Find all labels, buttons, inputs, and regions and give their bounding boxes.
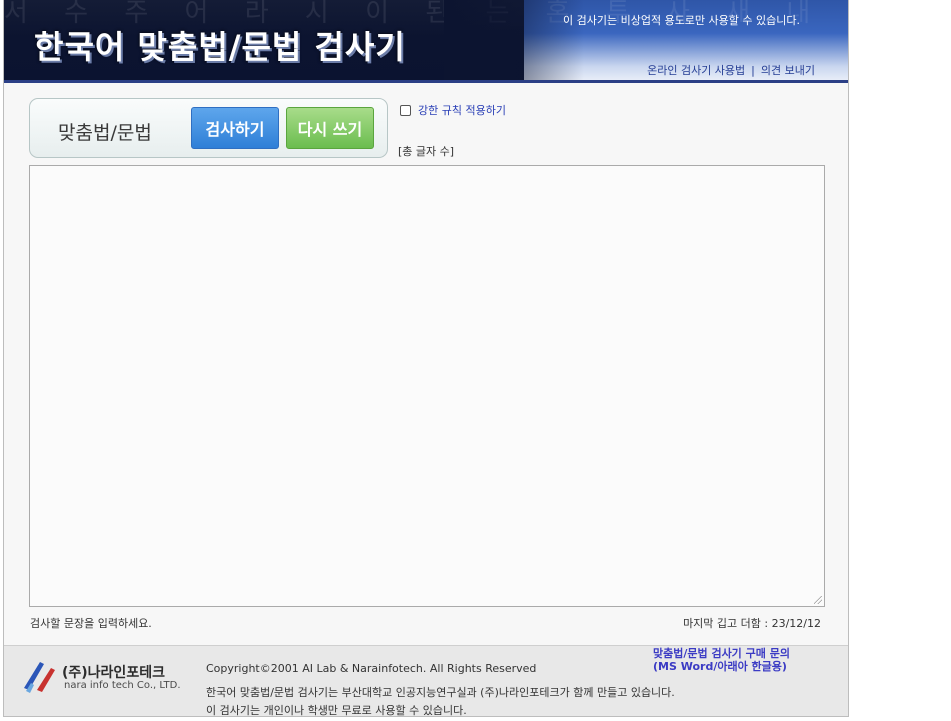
page-frame: 서 수 주 어 라 시 이 된 는 혼 투 사 새 내 가 한 하 나 는 에 … [3, 0, 849, 717]
purchase-line-2[interactable]: (MS Word/아래아 한글용) [653, 660, 790, 673]
char-count: [총 글자 수] [398, 145, 455, 158]
purchase-line-1[interactable]: 맞춤법/문법 검사기 구매 문의 [653, 647, 790, 660]
feedback-link[interactable]: 의견 보내기 [761, 64, 815, 77]
company-logo: (주)나라인포테크 nara info tech Co., LTD. [20, 656, 190, 696]
footer: (주)나라인포테크 nara info tech Co., LTD. Copyr… [4, 645, 848, 717]
link-separator: | [751, 64, 755, 77]
page-title: 한국어 맞춤법/문법 검사기 [34, 28, 406, 66]
header-banner: 서 수 주 어 라 시 이 된 는 혼 투 사 새 내 가 한 하 나 는 에 … [4, 0, 848, 83]
control-panel: 맞춤법/문법 검사하기 다시 쓰기 [29, 98, 388, 158]
company-name: (주)나라인포테크 [62, 665, 165, 681]
purchase-inquiry-link[interactable]: 맞춤법/문법 검사기 구매 문의 (MS Word/아래아 한글용) [653, 647, 790, 673]
last-update: 마지막 깁고 더함 : 23/12/12 [683, 617, 821, 630]
strict-rules-label[interactable]: 강한 규칙 적용하기 [418, 102, 506, 118]
usage-notice: 이 검사기는 비상업적 용도로만 사용할 수 있습니다. [563, 14, 800, 27]
footer-info-2: 이 검사기는 개인이나 학생만 무료로 사용할 수 있습니다. [206, 704, 467, 717]
input-hint: 검사할 문장을 입력하세요. [30, 617, 152, 630]
strict-rules-option[interactable]: 강한 규칙 적용하기 [400, 102, 506, 118]
footer-info-1: 한국어 맞춤법/문법 검사기는 부산대학교 인공지능연구실과 (주)나라인포테크… [206, 686, 675, 699]
company-name-en: nara info tech Co., LTD. [64, 680, 181, 691]
reset-button[interactable]: 다시 쓰기 [286, 107, 374, 149]
panel-label: 맞춤법/문법 [58, 122, 152, 144]
company-logo-icon [24, 662, 55, 693]
header-links: 온라인 검사기 사용법 | 의견 보내기 [647, 62, 815, 78]
strict-rules-checkbox[interactable] [400, 104, 411, 116]
text-input-area[interactable] [29, 165, 825, 607]
copyright: Copyright©2001 AI Lab & Narainfotech. Al… [206, 662, 537, 675]
check-button[interactable]: 검사하기 [191, 107, 279, 149]
usage-guide-link[interactable]: 온라인 검사기 사용법 [647, 64, 745, 77]
